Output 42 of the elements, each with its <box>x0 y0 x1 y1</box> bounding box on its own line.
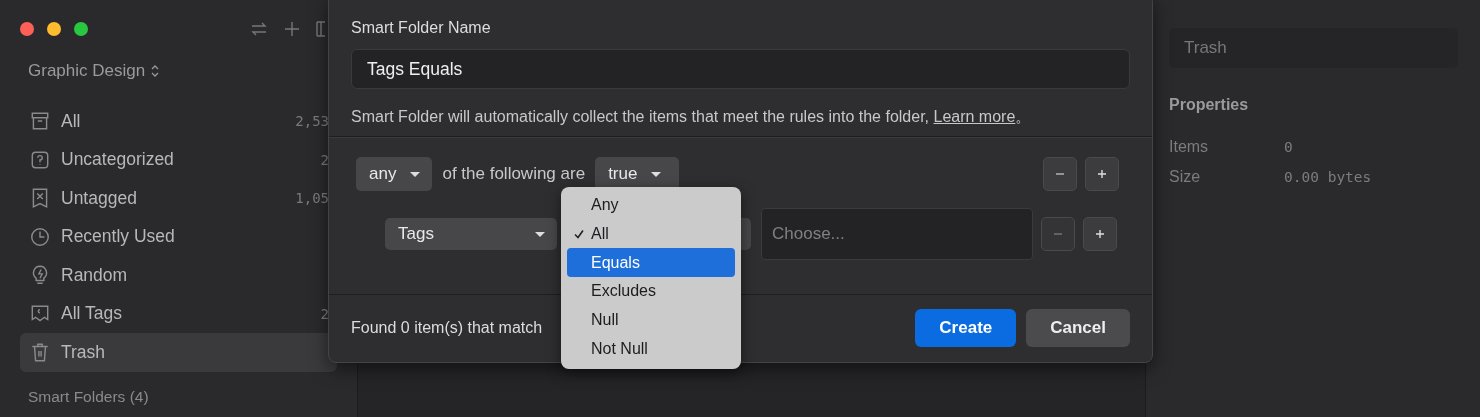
item-label: Trash <box>61 341 106 363</box>
match-dropdown[interactable]: any <box>356 157 433 191</box>
rule-text: of the following are <box>442 164 586 184</box>
property-label: Items <box>1169 138 1210 156</box>
item-label: All <box>61 110 81 132</box>
item-label: All Tags <box>61 303 122 325</box>
sidebar-item[interactable]: Uncategorized 2 <box>20 140 337 179</box>
section-header: Smart Folders (4) <box>27 387 150 406</box>
field-label: Smart Folder Name <box>351 19 492 37</box>
value-field[interactable]: Choose... <box>761 208 1033 260</box>
sidebar-item[interactable]: All 2,53 <box>20 102 337 141</box>
item-label: Uncategorized <box>61 149 174 171</box>
name-input[interactable]: Tags Equals <box>351 49 1130 89</box>
field-dropdown[interactable]: Tags <box>385 218 557 250</box>
match-count-text: Found 0 item(s) that match <box>351 319 543 337</box>
sidebar-item[interactable]: Random <box>20 256 337 295</box>
learn-more-link[interactable]: Learn more <box>933 108 1016 125</box>
create-button[interactable]: Create <box>915 309 1017 347</box>
item-count: 2 <box>320 305 329 322</box>
item-count: 2,53 <box>295 113 329 130</box>
menu-item[interactable]: Excludes <box>567 277 735 306</box>
menu-item[interactable]: All <box>567 219 735 249</box>
sidebar-item[interactable]: All Tags 2 <box>20 294 337 333</box>
menu-item[interactable]: Equals <box>567 248 735 278</box>
properties-heading: Properties <box>1169 96 1250 114</box>
menu-item[interactable]: Any <box>567 191 735 220</box>
property-value: 0.00 bytes <box>1284 169 1372 185</box>
item-label: Recently Used <box>61 226 175 248</box>
property-label: Size <box>1169 168 1202 186</box>
sidebar-item[interactable]: Untagged 1,05 <box>20 179 337 218</box>
library-selector[interactable]: Graphic Design <box>20 58 160 84</box>
cancel-button[interactable]: Cancel <box>1026 309 1130 347</box>
item-count: 1,05 <box>295 190 329 207</box>
item-count: 2 <box>320 151 329 168</box>
sidebar-item[interactable]: Trash <box>20 333 337 372</box>
sidebar-item[interactable]: Recently Used <box>20 217 337 256</box>
menu-item[interactable]: Not Null <box>567 334 735 364</box>
item-label: Untagged <box>61 187 137 209</box>
item-label: Random <box>61 264 128 286</box>
property-value: 0 <box>1284 139 1293 155</box>
menu-item[interactable]: Null <box>567 305 735 335</box>
description-text: Smart Folder will automatically collect the items that meet the rules into the folder, Learn more。 <box>351 107 1033 127</box>
